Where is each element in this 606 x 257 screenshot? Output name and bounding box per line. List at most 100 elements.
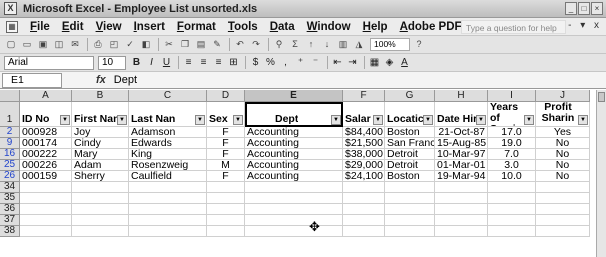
filter-dropdown-icon[interactable]: ▼: [578, 115, 588, 125]
cell-sex[interactable]: F: [207, 149, 245, 160]
close-button[interactable]: ×: [591, 2, 603, 15]
cell-profit-sharing[interactable]: Yes: [536, 127, 590, 138]
redo-icon[interactable]: ↷: [249, 38, 263, 51]
cell-sex[interactable]: M: [207, 160, 245, 171]
save-icon[interactable]: ▣: [36, 38, 50, 51]
empty-cell[interactable]: [129, 226, 207, 237]
empty-cell[interactable]: [72, 204, 129, 215]
empty-cell[interactable]: [245, 193, 343, 204]
empty-cell[interactable]: [488, 204, 536, 215]
percent-icon[interactable]: %: [264, 56, 277, 69]
empty-cell[interactable]: [385, 226, 435, 237]
filter-dropdown-icon[interactable]: ▼: [233, 115, 243, 125]
cell-profit-sharing[interactable]: No: [536, 149, 590, 160]
cell-sex[interactable]: F: [207, 171, 245, 182]
empty-cell[interactable]: [488, 182, 536, 193]
permission-icon[interactable]: ◫: [52, 38, 66, 51]
row-header[interactable]: 38: [0, 226, 20, 237]
menu-tools[interactable]: Tools: [222, 21, 264, 33]
filter-dropdown-icon[interactable]: ▼: [331, 115, 341, 125]
increase-decimal-icon[interactable]: ⁺: [294, 56, 307, 69]
print-icon[interactable]: ⎙: [91, 38, 105, 51]
empty-cell[interactable]: [207, 204, 245, 215]
cell-salary[interactable]: $21,500: [343, 138, 385, 149]
column-header-h[interactable]: H: [435, 90, 488, 102]
empty-cell[interactable]: [435, 215, 488, 226]
header-cell-dept[interactable]: Dept ▼: [245, 102, 343, 127]
empty-cell[interactable]: [245, 215, 343, 226]
empty-cell[interactable]: [245, 226, 343, 237]
column-header-f[interactable]: F: [343, 90, 385, 102]
cell-date-hired[interactable]: 01-Mar-01: [435, 160, 488, 171]
empty-cell[interactable]: [129, 204, 207, 215]
empty-cell[interactable]: [245, 204, 343, 215]
cell-date-hired[interactable]: 10-Mar-97: [435, 149, 488, 160]
excel-app-icon[interactable]: X: [4, 2, 17, 15]
worksheet-grid[interactable]: A B C D E F G H I J 1 ID No ▼ First Nan ▼ …: [0, 90, 596, 257]
new-icon[interactable]: ▢: [4, 38, 18, 51]
merge-center-icon[interactable]: ⊞: [227, 56, 240, 69]
font-select[interactable]: Arial: [4, 55, 94, 70]
chart-wizard-icon[interactable]: ▥: [336, 38, 350, 51]
empty-cell[interactable]: [435, 226, 488, 237]
cell-profit-sharing[interactable]: No: [536, 171, 590, 182]
empty-cell[interactable]: [207, 215, 245, 226]
empty-cell[interactable]: [343, 215, 385, 226]
menu-view[interactable]: View: [90, 21, 128, 33]
email-icon[interactable]: ✉: [68, 38, 82, 51]
cell-location[interactable]: Detroit: [385, 160, 435, 171]
empty-cell[interactable]: [129, 182, 207, 193]
empty-cell[interactable]: [343, 226, 385, 237]
cell-years-of-service[interactable]: 19.0: [488, 138, 536, 149]
comma-icon[interactable]: ,: [279, 56, 292, 69]
column-header-g[interactable]: G: [385, 90, 435, 102]
cell-last-name[interactable]: Adamson: [129, 127, 207, 138]
empty-cell[interactable]: [536, 226, 590, 237]
filter-dropdown-icon[interactable]: ▼: [476, 115, 486, 125]
empty-cell[interactable]: [488, 226, 536, 237]
empty-cell[interactable]: [536, 215, 590, 226]
borders-icon[interactable]: ▦: [368, 56, 381, 69]
menu-insert[interactable]: Insert: [128, 21, 171, 33]
cell-location[interactable]: Boston: [385, 127, 435, 138]
cell-id[interactable]: 000226: [20, 160, 72, 171]
empty-cell[interactable]: [72, 215, 129, 226]
cell-profit-sharing[interactable]: No: [536, 160, 590, 171]
format-painter-icon[interactable]: ✎: [210, 38, 224, 51]
empty-cell[interactable]: [385, 204, 435, 215]
align-left-icon[interactable]: ≡: [182, 56, 195, 69]
menu-edit[interactable]: Edit: [56, 21, 90, 33]
column-header-e[interactable]: E: [245, 90, 343, 102]
cell-salary[interactable]: $38,000: [343, 149, 385, 160]
cell-salary[interactable]: $29,000: [343, 160, 385, 171]
scroll-up-button[interactable]: [598, 92, 605, 102]
empty-cell[interactable]: [72, 193, 129, 204]
formula-input[interactable]: Dept: [114, 74, 137, 86]
empty-cell[interactable]: [435, 193, 488, 204]
empty-cell[interactable]: [129, 193, 207, 204]
cell-first-name[interactable]: Adam: [72, 160, 129, 171]
cell-salary[interactable]: $24,100: [343, 171, 385, 182]
cell-sex[interactable]: F: [207, 138, 245, 149]
decrease-decimal-icon[interactable]: ⁻: [309, 56, 322, 69]
menu-file[interactable]: File: [24, 21, 56, 33]
cell-location[interactable]: Boston: [385, 171, 435, 182]
cell-location[interactable]: San Franc: [385, 138, 435, 149]
cell-date-hired[interactable]: 15-Aug-85: [435, 138, 488, 149]
row-header[interactable]: 1: [0, 102, 20, 127]
empty-cell[interactable]: [343, 182, 385, 193]
cell-first-name[interactable]: Sherry: [72, 171, 129, 182]
copy-icon[interactable]: ❐: [178, 38, 192, 51]
restore-button[interactable]: □: [578, 2, 590, 15]
cell-dept[interactable]: Accounting: [245, 171, 343, 182]
filter-dropdown-icon[interactable]: ▼: [117, 115, 127, 125]
empty-cell[interactable]: [129, 215, 207, 226]
cell-last-name[interactable]: King: [129, 149, 207, 160]
cell-years-of-service[interactable]: 3.0: [488, 160, 536, 171]
cell-dept[interactable]: Accounting: [245, 160, 343, 171]
cell-location[interactable]: Detroit: [385, 149, 435, 160]
filter-dropdown-icon[interactable]: ▼: [60, 115, 70, 125]
cell-first-name[interactable]: Mary: [72, 149, 129, 160]
empty-cell[interactable]: [20, 193, 72, 204]
cell-years-of-service[interactable]: 17.0: [488, 127, 536, 138]
